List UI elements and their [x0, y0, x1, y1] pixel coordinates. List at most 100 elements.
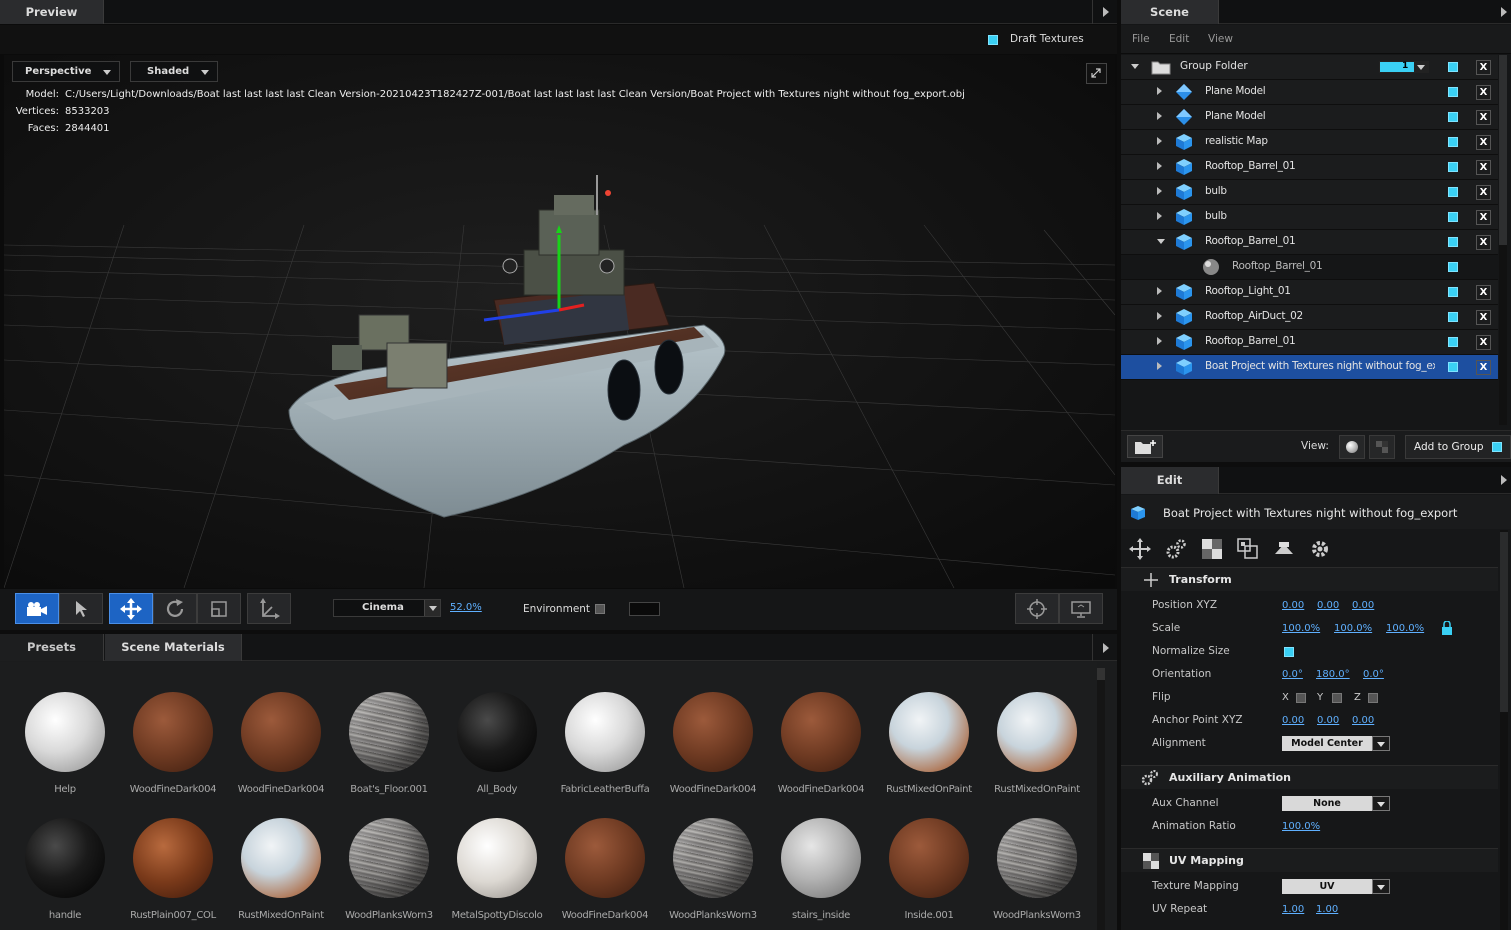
material-tile[interactable]: WoodFineDark004 [659, 692, 767, 795]
environment-checkbox[interactable] [595, 604, 605, 614]
material-tile[interactable]: WoodFineDark004 [767, 692, 875, 795]
anchor-z[interactable]: 0.00 [1352, 715, 1374, 726]
scale-z[interactable]: 100.0% [1386, 623, 1424, 634]
checker-material-icon[interactable] [1201, 538, 1223, 560]
visibility-checkbox[interactable] [1448, 287, 1458, 297]
tab-preview[interactable]: Preview [0, 0, 104, 24]
uv-repeat-v[interactable]: 1.00 [1316, 904, 1338, 915]
position-z[interactable]: 0.00 [1352, 600, 1374, 611]
expand-arrow-icon[interactable] [1157, 162, 1162, 170]
move-icon[interactable] [1129, 538, 1151, 560]
edit-scrollbar[interactable] [1500, 530, 1508, 930]
close-icon[interactable]: X [1476, 310, 1491, 325]
boat-model[interactable] [4, 55, 1115, 588]
add-to-group-checkbox[interactable] [1492, 442, 1502, 452]
visibility-checkbox[interactable] [1448, 162, 1458, 172]
menu-file[interactable]: File [1132, 33, 1150, 45]
select-tool-button[interactable] [59, 593, 103, 624]
menu-edit[interactable]: Edit [1169, 33, 1189, 45]
lock-icon[interactable] [1441, 621, 1453, 635]
scene-tree-item[interactable]: Rooftop_Barrel_01 [1121, 255, 1498, 280]
uv-repeat-u[interactable]: 1.00 [1282, 904, 1304, 915]
material-tile[interactable]: handle [11, 818, 119, 921]
anchor-y[interactable]: 0.00 [1317, 715, 1339, 726]
material-tile[interactable]: RustMixedOnPaint [875, 692, 983, 795]
animation-ratio-value[interactable]: 100.0% [1282, 821, 1320, 832]
close-icon[interactable]: X [1476, 60, 1491, 75]
move-tool-button[interactable] [109, 593, 153, 624]
material-tile[interactable]: RustPlain007_COL [119, 818, 227, 921]
fullscreen-preview-button[interactable] [1059, 593, 1103, 624]
expand-arrow-icon[interactable] [1157, 362, 1162, 370]
visibility-checkbox[interactable] [1448, 112, 1458, 122]
material-tile[interactable]: MetalSpottyDiscolo [443, 818, 551, 921]
group-folder-row[interactable]: Group Folder 1 X [1121, 55, 1498, 80]
flip-y-checkbox[interactable] [1332, 693, 1342, 703]
expand-arrow-icon[interactable] [1157, 137, 1162, 145]
panel-menu-arrow[interactable] [1497, 467, 1511, 494]
visibility-checkbox[interactable] [1448, 212, 1458, 222]
material-tile[interactable]: RustMixedOnPaint [983, 692, 1091, 795]
tab-edit[interactable]: Edit [1121, 467, 1219, 494]
close-icon[interactable]: X [1476, 160, 1491, 175]
uv-mapping-section-header[interactable]: UV Mapping [1121, 848, 1498, 872]
panel-menu-arrow[interactable] [1497, 0, 1511, 24]
materials-scrollbar[interactable] [1097, 668, 1105, 930]
expand-arrow-icon[interactable] [1157, 212, 1162, 220]
alignment-dropdown[interactable]: Model Center [1282, 736, 1390, 751]
close-icon[interactable]: X [1476, 210, 1491, 225]
scene-tree-item[interactable]: bulb X [1121, 205, 1498, 230]
axis-tool-button[interactable] [247, 593, 291, 624]
scene-tree-item[interactable]: realistic Map X [1121, 130, 1498, 155]
expand-arrow-icon[interactable] [1157, 87, 1162, 95]
scene-tree-item[interactable]: Rooftop_Light_01 X [1121, 280, 1498, 305]
camera-tool-button[interactable] [15, 593, 59, 624]
scene-tree-item[interactable]: Plane Model X [1121, 105, 1498, 130]
position-y[interactable]: 0.00 [1317, 600, 1339, 611]
close-icon[interactable]: X [1476, 135, 1491, 150]
material-tile[interactable]: WoodFineDark004 [551, 818, 659, 921]
expand-arrow-icon[interactable] [1157, 187, 1162, 195]
transform-section-header[interactable]: Transform [1121, 567, 1498, 591]
material-tile[interactable]: WoodPlanksWorn3 [659, 818, 767, 921]
normalize-checkbox[interactable] [1284, 647, 1294, 657]
visibility-checkbox[interactable] [1448, 237, 1458, 247]
material-tile[interactable]: Help [11, 692, 119, 795]
panel-menu-arrow[interactable] [1092, 0, 1117, 24]
scale-x[interactable]: 100.0% [1282, 623, 1320, 634]
collapse-arrow-icon[interactable] [1157, 239, 1165, 244]
light-icon[interactable] [1273, 538, 1295, 560]
add-to-group-button[interactable]: Add to Group [1405, 435, 1511, 459]
panel-menu-arrow[interactable] [1092, 634, 1117, 661]
scale-tool-button[interactable] [197, 593, 241, 624]
expand-arrow-icon[interactable] [1157, 112, 1162, 120]
orientation-z[interactable]: 0.0° [1363, 669, 1384, 680]
close-icon[interactable]: X [1476, 110, 1491, 125]
visibility-checkbox[interactable] [1448, 187, 1458, 197]
orientation-y[interactable]: 180.0° [1316, 669, 1350, 680]
position-x[interactable]: 0.00 [1282, 600, 1304, 611]
scene-tree-item[interactable]: Rooftop_Barrel_01 X [1121, 155, 1498, 180]
visibility-checkbox[interactable] [1448, 62, 1458, 72]
expand-arrow-icon[interactable] [1131, 64, 1139, 69]
visibility-checkbox[interactable] [1448, 337, 1458, 347]
scene-tree-item[interactable]: Rooftop_Barrel_01 X [1121, 230, 1498, 255]
material-tile[interactable]: Boat's_Floor.001 [335, 692, 443, 795]
maximize-icon[interactable] [1086, 63, 1107, 84]
expand-arrow-icon[interactable] [1157, 312, 1162, 320]
uv-layout-icon[interactable] [1237, 538, 1259, 560]
aux-channel-dropdown[interactable]: None [1282, 796, 1390, 811]
close-icon[interactable]: X [1476, 185, 1491, 200]
texture-mapping-dropdown[interactable]: UV [1282, 879, 1390, 894]
rotate-tool-button[interactable] [153, 593, 197, 624]
zoom-level[interactable]: 52.0% [450, 602, 482, 613]
settings-gear-icon[interactable] [1309, 538, 1331, 560]
environment-color-swatch[interactable] [629, 602, 660, 616]
visibility-checkbox[interactable] [1448, 137, 1458, 147]
orientation-x[interactable]: 0.0° [1282, 669, 1303, 680]
scene-tree-item[interactable]: bulb X [1121, 180, 1498, 205]
scene-tree-item[interactable]: Plane Model X [1121, 80, 1498, 105]
material-tile[interactable]: WoodPlanksWorn3 [335, 818, 443, 921]
expand-arrow-icon[interactable] [1157, 287, 1162, 295]
view-texture-button[interactable] [1369, 435, 1395, 459]
